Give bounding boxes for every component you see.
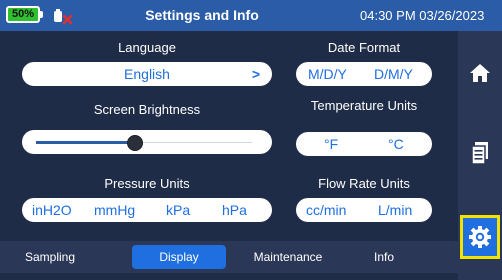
settings-button[interactable] <box>460 215 500 259</box>
brightness-knob[interactable] <box>127 135 143 151</box>
temperature-units-label: Temperature Units <box>310 98 418 113</box>
date-format-selector[interactable]: M/D/Y D/M/Y <box>296 62 432 86</box>
pressure-option[interactable]: mmHg <box>94 198 135 222</box>
pressure-option[interactable]: inH2O <box>32 198 72 222</box>
pressure-option[interactable]: kPa <box>166 198 190 222</box>
date-format-option[interactable]: D/M/Y <box>374 62 413 86</box>
tab-bar: Sampling Display Maintenance Info <box>0 241 458 273</box>
brightness-track <box>132 142 252 143</box>
pressure-units-label: Pressure Units <box>104 176 190 191</box>
language-value: English <box>124 66 170 82</box>
home-button[interactable] <box>458 51 502 95</box>
document-icon <box>471 142 488 165</box>
date-format-option[interactable]: M/D/Y <box>308 62 347 86</box>
flow-rate-option[interactable]: L/min <box>378 198 412 222</box>
page-title: Settings and Info <box>145 7 259 23</box>
pressure-option[interactable]: hPa <box>222 198 247 222</box>
flow-rate-units-label: Flow Rate Units <box>318 176 410 191</box>
chevron-right-icon: > <box>251 66 260 82</box>
sidebar <box>458 31 502 280</box>
temperature-option[interactable]: °C <box>388 132 404 156</box>
flow-rate-option[interactable]: cc/min <box>306 198 346 222</box>
status-bar: 50% Settings and Info 04:30 PM 03/26/202… <box>0 0 502 31</box>
language-label: Language <box>118 40 176 55</box>
temperature-units-selector[interactable]: °F °C <box>296 132 432 156</box>
documents-button[interactable] <box>458 131 502 175</box>
settings-panel: Language English > Date Format M/D/Y D/M… <box>0 31 458 280</box>
language-select[interactable]: English > <box>22 62 272 86</box>
temperature-option[interactable]: °F <box>324 132 338 156</box>
tab-sampling[interactable]: Sampling <box>10 245 90 269</box>
home-icon <box>470 64 490 82</box>
brightness-fill <box>36 141 132 144</box>
tab-maintenance[interactable]: Maintenance <box>238 245 338 269</box>
date-format-label: Date Format <box>327 40 401 55</box>
settings-gear-icon <box>469 226 491 248</box>
tab-display[interactable]: Display <box>132 245 226 269</box>
flow-rate-units-selector[interactable]: cc/min L/min <box>296 198 432 222</box>
tab-info[interactable]: Info <box>352 245 416 269</box>
pressure-units-selector[interactable]: inH2O mmHg kPa hPa <box>22 198 272 222</box>
brightness-label: Screen Brightness <box>93 102 201 117</box>
date-time: 04:30 PM 03/26/2023 <box>360 8 485 23</box>
